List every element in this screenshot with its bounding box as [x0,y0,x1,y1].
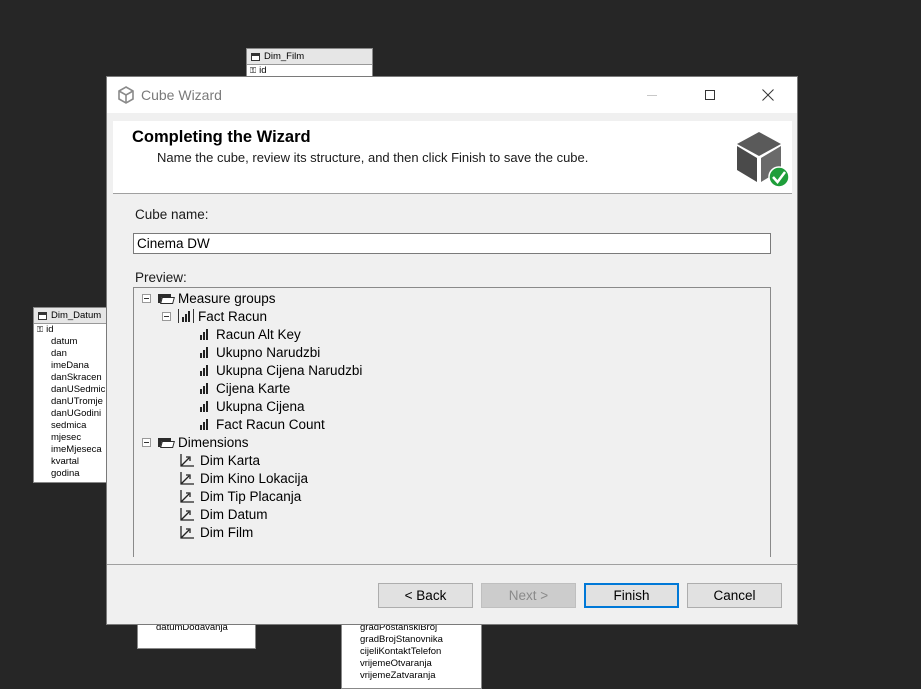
table-row: vrijemeOtvaranja [360,658,432,669]
table-row: cijeliKontaktTelefon [360,646,442,657]
measure-icon [200,418,208,430]
cube-name-input[interactable] [133,233,771,254]
tree-node-dimension[interactable]: Dim Film [180,523,253,541]
table-row: gradBrojStanovnika [360,634,443,645]
tree-node-measure[interactable]: Cijena Karte [200,379,290,397]
table-header: Dim_Film [247,49,372,65]
collapse-toggle-measure-groups[interactable] [142,294,151,303]
table-row: kvartal [51,456,79,467]
measure-icon [200,346,208,358]
table-row: danUTromje [51,396,103,407]
table-icon [38,311,47,320]
preview-tree[interactable]: Measure groups Fact Racun Racun Alt Key … [133,287,771,557]
footer-divider [107,564,797,565]
cancel-button[interactable]: Cancel [687,583,782,608]
measure-group-icon [178,309,194,323]
dimension-icon [180,454,194,467]
cube-checkmark-icon [737,132,789,188]
window-title: Cube Wizard [141,87,222,103]
tree-node-dimension[interactable]: Dim Datum [180,505,268,523]
tree-node-dimension[interactable]: Dim Kino Lokacija [180,469,308,487]
tree-node-measure-groups[interactable]: Measure groups [158,289,276,307]
page-title: Completing the Wizard [132,128,311,146]
cube-wizard-dialog: Cube Wizard Completing the Wizard Name t… [106,76,798,625]
table-fragment-bottom-right[interactable]: gradPostanskiBroj gradBrojStanovnika cij… [341,618,482,689]
table-row: danUGodini [51,408,102,419]
table-dim-datum[interactable]: Dim_Datum id datum dan imeDana danSkrace… [33,307,108,483]
measure-icon [200,328,208,340]
table-row: vrijemeZatvaranja [360,670,436,681]
table-row: mjesec [51,432,82,443]
wizard-header: Completing the Wizard Name the cube, rev… [113,121,792,193]
collapse-toggle-fact-racun[interactable] [162,312,171,321]
back-button[interactable]: < Back [378,583,473,608]
dimension-icon [180,490,194,503]
table-row: danUSedmic [51,384,106,395]
table-icon [251,52,260,61]
next-button[interactable]: Next > [481,583,576,608]
preview-label: Preview: [135,270,187,285]
tree-node-measure[interactable]: Ukupna Cijena [200,397,305,415]
minimize-icon [647,94,657,96]
tree-node-dimensions[interactable]: Dimensions [158,433,249,451]
maximize-icon [705,90,715,100]
dimension-icon [180,472,194,485]
table-row: imeDana [51,360,90,371]
table-row: datum [51,336,78,347]
close-button[interactable] [745,77,791,113]
cube-icon [118,86,134,104]
tree-node-dimension[interactable]: Dim Tip Placanja [180,487,301,505]
table-row: dan [51,348,67,359]
folder-icon [158,436,174,448]
page-subtitle: Name the cube, review its structure, and… [157,150,589,165]
measure-icon [200,400,208,412]
header-divider [113,193,792,194]
table-header: Dim_Datum [34,308,107,324]
table-row: godina [51,468,80,479]
folder-icon [158,292,174,304]
maximize-button[interactable] [687,77,733,113]
measure-icon [200,382,208,394]
cube-name-label: Cube name: [135,207,209,222]
dimension-icon [180,508,194,521]
tree-node-measure[interactable]: Fact Racun Count [200,415,325,433]
tree-node-measure[interactable]: Ukupno Narudzbi [200,343,320,361]
minimize-button[interactable] [629,77,675,113]
tree-node-dimension[interactable]: Dim Karta [180,451,260,469]
collapse-toggle-dimensions[interactable] [142,438,151,447]
tree-node-measure[interactable]: Racun Alt Key [200,325,301,343]
dimension-icon [180,526,194,539]
table-row: danSkracen [51,372,102,383]
close-icon [762,89,774,101]
measure-icon [200,364,208,376]
table-row: id [34,324,107,336]
title-bar[interactable]: Cube Wizard [107,77,797,113]
table-row: sedmica [51,420,87,431]
tree-node-measure[interactable]: Ukupna Cijena Narudzbi [200,361,362,379]
table-row: imeMjeseca [51,444,102,455]
finish-button[interactable]: Finish [584,583,679,608]
tree-node-fact-racun[interactable]: Fact Racun [178,307,267,325]
